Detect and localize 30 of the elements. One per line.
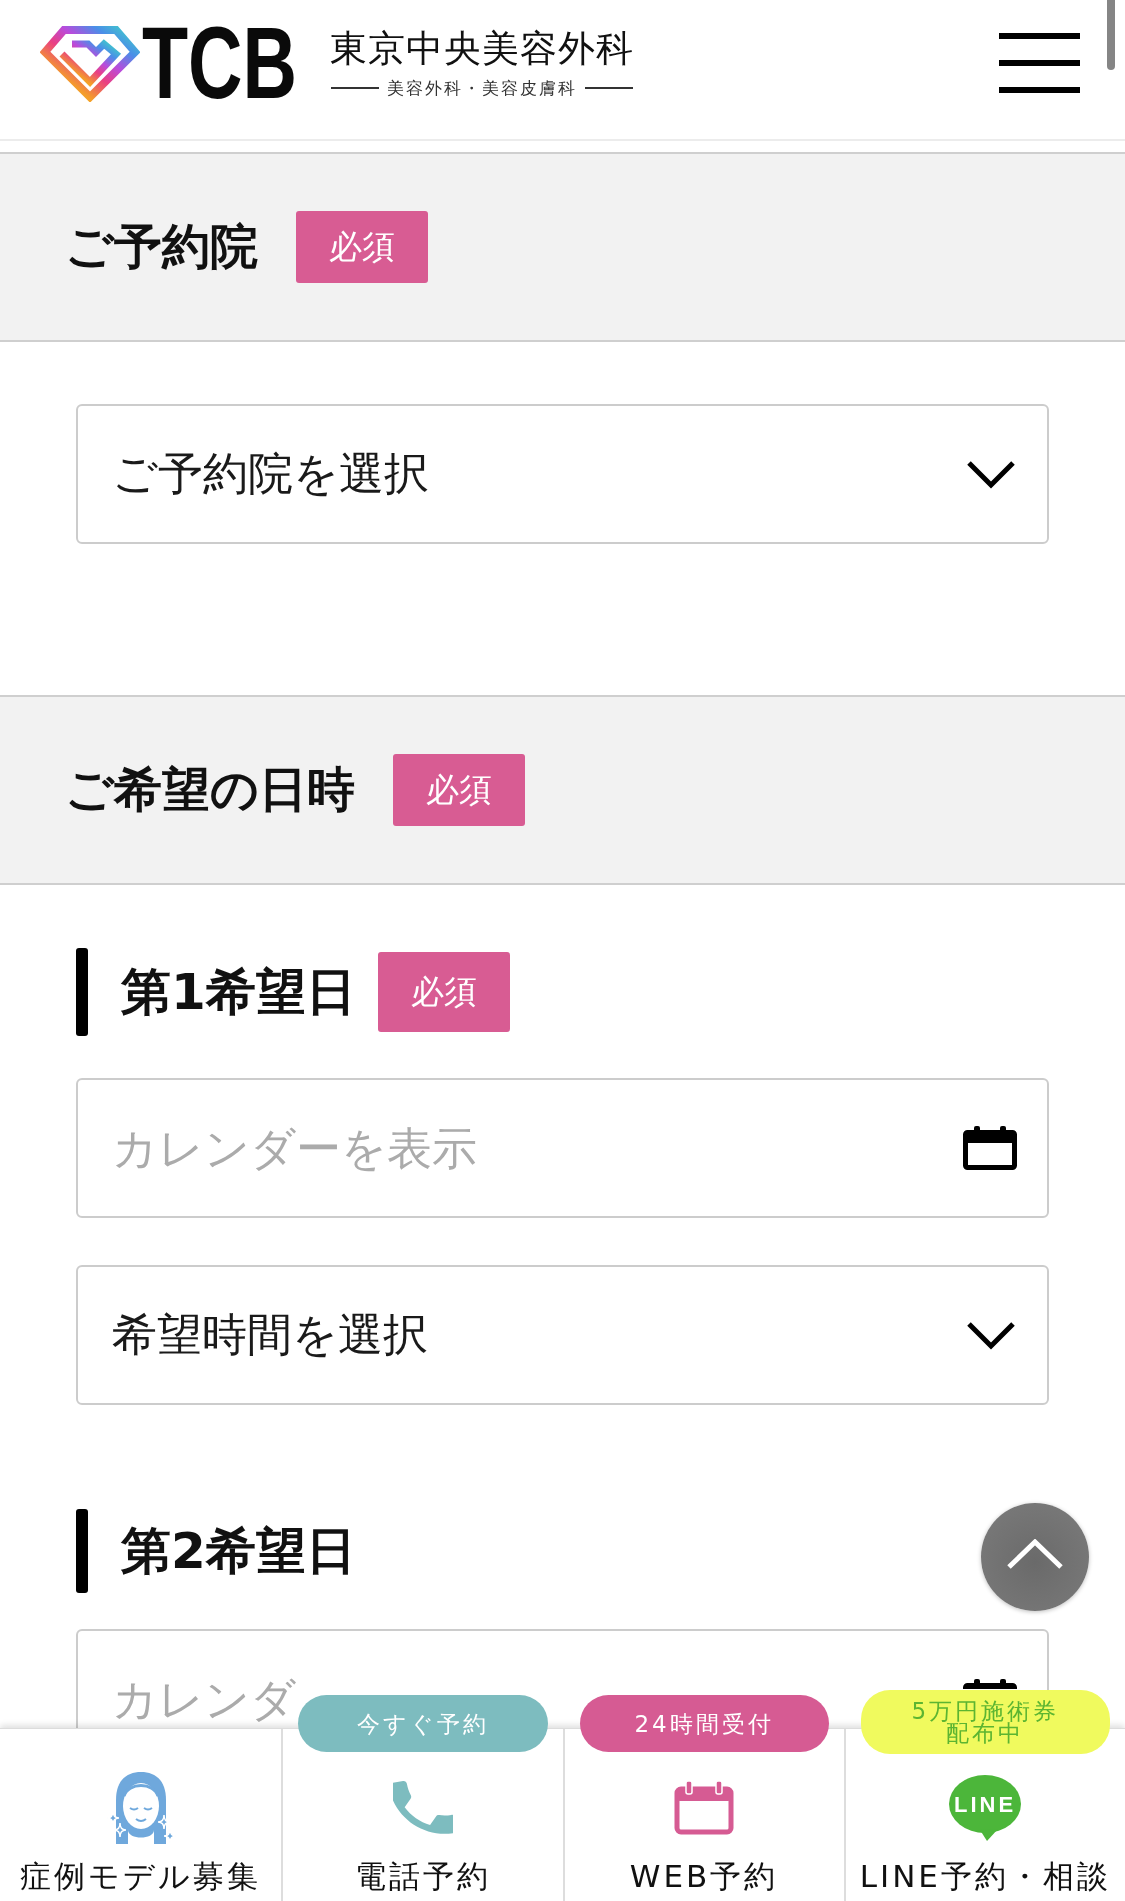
- nav-link[interactable]: 症例モデル募集: [0, 1758, 282, 1901]
- date-field[interactable]: カレンダーを表示: [76, 1078, 1049, 1218]
- calendar-icon: [674, 1781, 735, 1835]
- menu-button[interactable]: [999, 32, 1080, 93]
- nav-link[interactable]: 電話予約: [283, 1758, 563, 1901]
- nav-link[interactable]: WEB予約: [564, 1758, 844, 1901]
- promo-tag: 24時間受付: [579, 1695, 829, 1752]
- chevron-down-icon: [965, 459, 1017, 489]
- scrollbar-thumb: [1107, 0, 1115, 70]
- subsection-title: 第1希望日: [121, 961, 356, 1023]
- promo-tag: 5万円施術券配布中: [860, 1690, 1110, 1754]
- tagline: 美容外科・美容皮膚科: [386, 76, 577, 99]
- section-title: ご予約院: [65, 217, 258, 276]
- calendar-icon: [963, 1126, 1017, 1170]
- section-title: ご希望の日時: [65, 760, 355, 819]
- required-label: 必須: [377, 952, 510, 1032]
- chevron-down-icon: [965, 1320, 1017, 1350]
- logo-text: TCB: [142, 22, 298, 103]
- select-field[interactable]: 希望時間を選択: [76, 1265, 1049, 1405]
- scroll-top-button[interactable]: [981, 1503, 1089, 1611]
- clinic-name: 東京中央美容外科: [329, 26, 634, 71]
- nav-link[interactable]: LINE LINE予約・相談: [845, 1758, 1125, 1901]
- menu-icon: [999, 32, 1080, 93]
- select-field[interactable]: ご予約院を選択: [76, 404, 1049, 544]
- subsection-title: 第2希望日: [121, 1520, 356, 1582]
- required-label: 必須: [393, 754, 525, 826]
- chevron-up-icon: [1006, 1539, 1064, 1569]
- required-label: 必須: [296, 211, 428, 283]
- promo-tag: 今すぐ予約: [298, 1695, 548, 1752]
- diamond-logo-icon: [40, 23, 140, 102]
